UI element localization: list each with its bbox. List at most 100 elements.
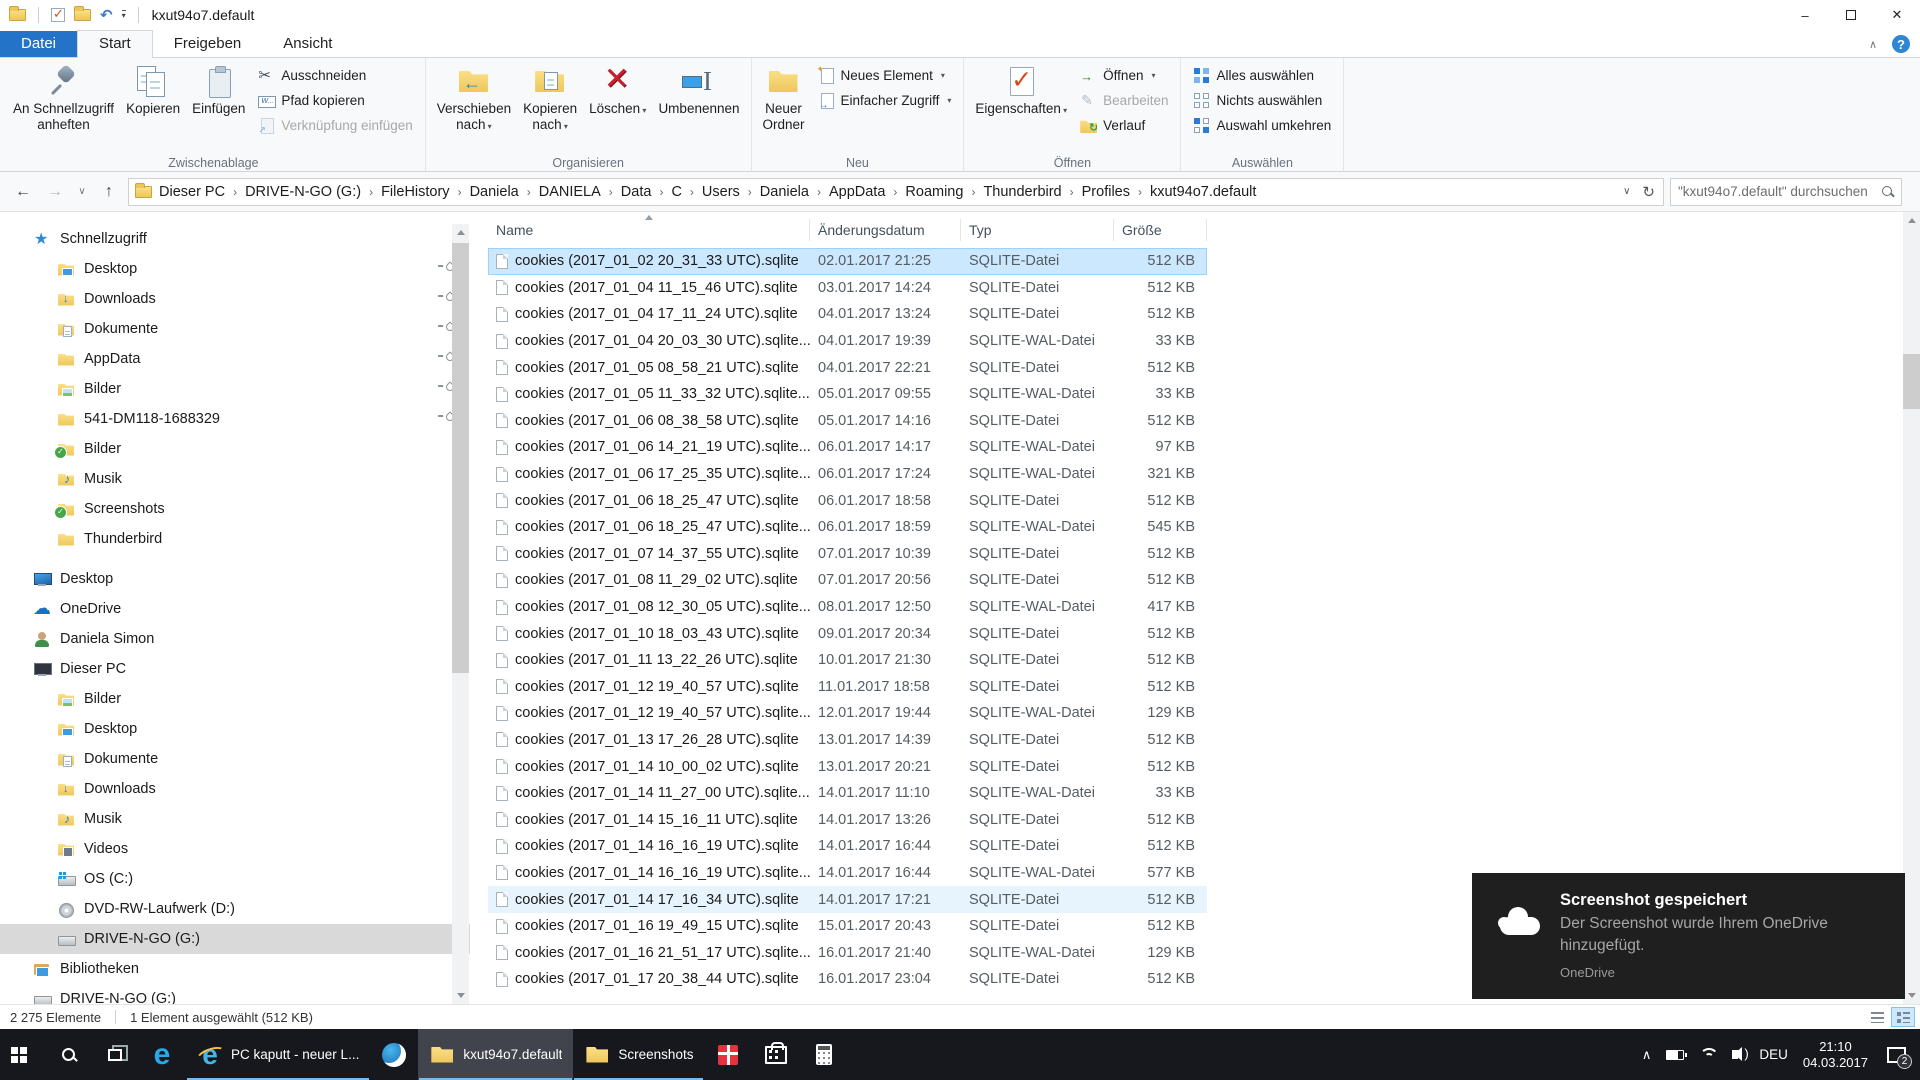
column-header-type[interactable]: Typ bbox=[961, 219, 1114, 241]
ribbon-tab[interactable]: Datei bbox=[0, 31, 78, 57]
ribbon-button[interactable]: Einfacher Zugriff bbox=[813, 88, 957, 113]
scroll-down-icon[interactable] bbox=[1903, 987, 1920, 1004]
file-row[interactable]: cookies (2017_01_14 11_27_00 UTC).sqlite… bbox=[488, 780, 1207, 807]
breadcrumb-item[interactable]: FileHistory › bbox=[381, 184, 469, 200]
details-view-button[interactable] bbox=[1865, 1007, 1889, 1027]
ribbon-button[interactable]: Einfügen bbox=[186, 60, 251, 136]
breadcrumb-item[interactable]: Roaming › bbox=[905, 184, 983, 200]
column-header-name[interactable]: Name bbox=[488, 219, 810, 241]
breadcrumb-item[interactable]: Profiles › bbox=[1082, 184, 1150, 200]
file-row[interactable]: cookies (2017_01_08 12_30_05 UTC).sqlite… bbox=[488, 594, 1207, 621]
sidebar-item[interactable]: Thunderbird bbox=[0, 524, 470, 554]
battery-icon[interactable] bbox=[1666, 1049, 1688, 1060]
file-row[interactable]: cookies (2017_01_16 19_49_15 UTC).sqlite… bbox=[488, 913, 1207, 940]
ribbon-button[interactable]: Alles auswählen bbox=[1188, 63, 1336, 88]
file-row[interactable]: cookies (2017_01_14 17_16_34 UTC).sqlite… bbox=[488, 886, 1207, 913]
ribbon-button[interactable]: Kopieren bbox=[120, 60, 186, 136]
sidebar-item[interactable]: Bilder bbox=[0, 374, 470, 404]
breadcrumb-item[interactable]: Users › bbox=[702, 184, 760, 200]
file-row[interactable]: cookies (2017_01_14 16_16_19 UTC).sqlite… bbox=[488, 833, 1207, 860]
ribbon-tab[interactable]: Start bbox=[77, 30, 153, 58]
sidebar-item[interactable]: Daniela Simon bbox=[0, 624, 470, 654]
sidebar-item[interactable]: Videos bbox=[0, 834, 470, 864]
sidebar-item[interactable]: Desktop bbox=[0, 564, 470, 594]
breadcrumb-item[interactable]: AppData › bbox=[829, 184, 905, 200]
action-center-icon[interactable]: 2 bbox=[1887, 1046, 1912, 1069]
refresh-icon[interactable]: ↻ bbox=[1642, 183, 1655, 201]
taskbar-app[interactable] bbox=[704, 1029, 752, 1080]
sidebar-item[interactable]: Bilder bbox=[0, 684, 470, 714]
file-row[interactable]: cookies (2017_01_04 17_11_24 UTC).sqlite… bbox=[488, 301, 1207, 328]
sidebar-item[interactable]: Downloads bbox=[0, 774, 470, 804]
ribbon-button[interactable]: Neues Element bbox=[813, 63, 957, 88]
ribbon-button[interactable]: Nichts auswählen bbox=[1188, 88, 1336, 113]
file-row[interactable]: cookies (2017_01_17 20_38_44 UTC).sqlite… bbox=[488, 966, 1207, 993]
file-row[interactable]: cookies (2017_01_10 18_03_43 UTC).sqlite… bbox=[488, 620, 1207, 647]
taskbar-app[interactable]: Screenshots bbox=[573, 1029, 704, 1080]
ribbon-button[interactable]: Verschieben nach bbox=[431, 60, 517, 138]
ribbon-button[interactable]: Löschen bbox=[583, 60, 652, 138]
file-row[interactable]: cookies (2017_01_08 11_29_02 UTC).sqlite… bbox=[488, 567, 1207, 594]
ribbon-button[interactable]: Kopieren nach bbox=[517, 60, 583, 138]
taskbar-app[interactable] bbox=[138, 1029, 186, 1080]
breadcrumb-item[interactable]: DRIVE-N-GO (G:) › bbox=[245, 184, 381, 200]
file-row[interactable]: cookies (2017_01_14 16_16_19 UTC).sqlite… bbox=[488, 860, 1207, 887]
ribbon-button[interactable]: Auswahl umkehren bbox=[1188, 113, 1336, 138]
file-row[interactable]: cookies (2017_01_14 15_16_11 UTC).sqlite… bbox=[488, 806, 1207, 833]
breadcrumb-item[interactable]: Daniela › bbox=[470, 184, 539, 200]
breadcrumb-item[interactable]: Dieser PC › bbox=[159, 184, 245, 200]
search-input[interactable] bbox=[1678, 184, 1881, 199]
file-row[interactable]: cookies (2017_01_06 17_25_35 UTC).sqlite… bbox=[488, 461, 1207, 488]
sidebar-item[interactable]: Bilder bbox=[0, 434, 470, 464]
ribbon-button[interactable]: Ausschneiden bbox=[253, 63, 417, 88]
sidebar-item[interactable]: Downloads bbox=[0, 284, 470, 314]
file-row[interactable]: cookies (2017_01_02 20_31_33 UTC).sqlite… bbox=[488, 248, 1207, 275]
ribbon-button[interactable]: Verlauf bbox=[1075, 113, 1173, 138]
ribbon-button[interactable]: Pfad kopieren bbox=[253, 88, 417, 113]
icons-view-button[interactable] bbox=[1891, 1007, 1915, 1027]
new-folder-qat-icon[interactable] bbox=[74, 6, 91, 21]
tray-expand-icon[interactable]: ∧ bbox=[1642, 1047, 1652, 1063]
breadcrumb-item[interactable]: Data › bbox=[621, 184, 672, 200]
taskbar-app[interactable]: PC kaputt - neuer L... bbox=[186, 1029, 370, 1080]
file-row[interactable]: cookies (2017_01_14 10_00_02 UTC).sqlite… bbox=[488, 753, 1207, 780]
address-bar[interactable]: Dieser PC › DRIVE-N-GO (G:) › FileHistory ›… bbox=[128, 177, 1664, 206]
file-row[interactable]: cookies (2017_01_07 14_37_55 UTC).sqlite… bbox=[488, 541, 1207, 568]
breadcrumb-item[interactable]: DANIELA › bbox=[539, 184, 621, 200]
start-button[interactable] bbox=[0, 1029, 46, 1080]
collapse-ribbon-icon[interactable]: ∧ bbox=[1869, 38, 1877, 51]
sidebar-item[interactable]: Screenshots bbox=[0, 494, 470, 524]
sidebar-item[interactable]: Desktop bbox=[0, 254, 470, 284]
qat-customize-icon[interactable]: ▾ bbox=[121, 10, 126, 20]
ribbon-button[interactable]: Umbenennen bbox=[652, 60, 745, 138]
taskbar-app[interactable] bbox=[752, 1029, 800, 1080]
clock[interactable]: 21:10 04.03.2017 bbox=[1803, 1039, 1868, 1071]
scrollbar-thumb[interactable] bbox=[452, 243, 469, 673]
sidebar-item[interactable]: 541-DM118-1688329 bbox=[0, 404, 470, 434]
address-dropdown-icon[interactable]: ∨ bbox=[1623, 186, 1630, 197]
sidebar-item[interactable]: Desktop bbox=[0, 714, 470, 744]
ribbon-button[interactable]: Eigenschaften bbox=[969, 60, 1073, 122]
file-row[interactable]: cookies (2017_01_12 19_40_57 UTC).sqlite… bbox=[488, 700, 1207, 727]
sidebar-scrollbar[interactable] bbox=[452, 224, 469, 1004]
taskbar-app[interactable] bbox=[800, 1029, 848, 1080]
undo-icon[interactable]: ↶ bbox=[100, 8, 113, 23]
file-row[interactable]: cookies (2017_01_06 08_38_58 UTC).sqlite… bbox=[488, 408, 1207, 435]
taskbar-app[interactable]: kxut94o7.default bbox=[418, 1029, 574, 1080]
back-button[interactable]: ← bbox=[10, 179, 36, 205]
column-header-date[interactable]: Änderungsdatum bbox=[810, 219, 961, 241]
file-row[interactable]: cookies (2017_01_11 13_22_26 UTC).sqlite… bbox=[488, 647, 1207, 674]
task-view-button[interactable] bbox=[92, 1029, 138, 1080]
restore-button[interactable] bbox=[1828, 0, 1874, 30]
file-row[interactable]: cookies (2017_01_05 11_33_32 UTC).sqlite… bbox=[488, 381, 1207, 408]
file-list-scrollbar[interactable] bbox=[1903, 212, 1920, 1004]
forward-button[interactable]: → bbox=[42, 179, 68, 205]
onedrive-toast[interactable]: Screenshot gespeichert Der Screenshot wu… bbox=[1472, 873, 1905, 999]
file-row[interactable]: cookies (2017_01_06 14_21_19 UTC).sqlite… bbox=[488, 434, 1207, 461]
column-header-size[interactable]: Größe bbox=[1114, 219, 1207, 241]
keyboard-language[interactable]: DEU bbox=[1759, 1047, 1788, 1062]
file-row[interactable]: cookies (2017_01_06 18_25_47 UTC).sqlite… bbox=[488, 487, 1207, 514]
sidebar-item[interactable]: Dokumente bbox=[0, 744, 470, 774]
sidebar-item[interactable]: Musik bbox=[0, 464, 470, 494]
sidebar-item[interactable]: OS (C:) bbox=[0, 864, 470, 894]
